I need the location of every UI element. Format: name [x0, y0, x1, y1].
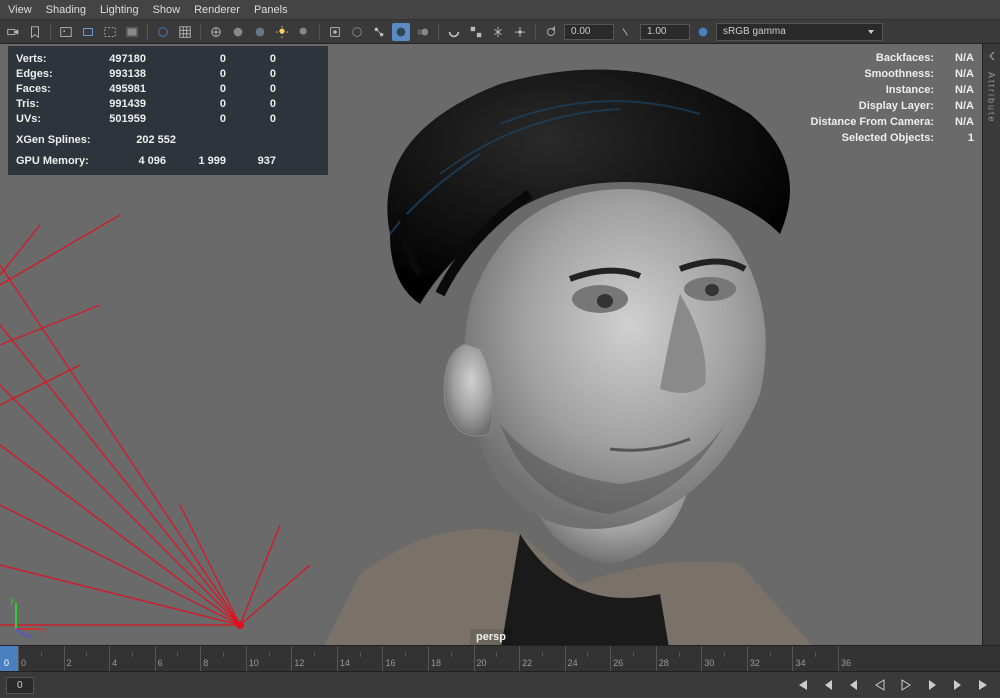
- time-tick: 32: [747, 646, 748, 671]
- pivot-icon[interactable]: [511, 23, 529, 41]
- time-tick: 24: [565, 646, 566, 671]
- exposure-field[interactable]: [564, 24, 614, 40]
- time-tick: 26: [610, 646, 611, 671]
- svg-text:x: x: [42, 625, 47, 635]
- time-tick: 10: [246, 646, 247, 671]
- time-tick: 30: [701, 646, 702, 671]
- exposure-reset-icon[interactable]: [542, 23, 560, 41]
- hud-poly-stats: Verts:49718000 Edges:99313800 Faces:4959…: [8, 46, 328, 175]
- time-tick: 22: [519, 646, 520, 671]
- time-tick: 4: [109, 646, 110, 671]
- current-frame-marker[interactable]: 0: [0, 646, 18, 671]
- time-tick: 18: [428, 646, 429, 671]
- image-plane-icon[interactable]: [57, 23, 75, 41]
- component-icon[interactable]: [467, 23, 485, 41]
- step-forward-key-icon[interactable]: [948, 676, 968, 694]
- menu-view[interactable]: View: [8, 4, 32, 16]
- shading-textured-icon[interactable]: [251, 23, 269, 41]
- panel-menubar: View Shading Lighting Show Renderer Pane…: [0, 0, 1000, 20]
- isolate-select-icon[interactable]: [326, 23, 344, 41]
- axis-gizmo: y x z: [6, 595, 50, 639]
- grid-icon[interactable]: [176, 23, 194, 41]
- wireframe-selected-icon[interactable]: [154, 23, 172, 41]
- camera-label: persp: [470, 629, 512, 645]
- timeline: 0 024681012141618202224262830323436 0: [0, 645, 1000, 697]
- motion-blur-icon[interactable]: [414, 23, 432, 41]
- time-tick: 34: [792, 646, 793, 671]
- time-tick: 12: [291, 646, 292, 671]
- time-tick: 36: [838, 646, 839, 671]
- go-to-start-icon[interactable]: [792, 676, 812, 694]
- sidetab-label: Attribute: [987, 72, 997, 124]
- colorspace-dropdown[interactable]: sRGB gamma: [716, 23, 883, 41]
- hud-object-info: Backfaces:N/A Smoothness:N/A Instance:N/…: [774, 50, 974, 146]
- bookmark-icon[interactable]: [26, 23, 44, 41]
- time-tick: 28: [656, 646, 657, 671]
- play-back-icon[interactable]: [870, 676, 890, 694]
- menu-panels[interactable]: Panels: [254, 4, 288, 16]
- resolution-gate-icon[interactable]: [101, 23, 119, 41]
- snap-icon[interactable]: [445, 23, 463, 41]
- panel-toolbar: sRGB gamma: [0, 20, 1000, 44]
- collapse-icon: [986, 50, 998, 62]
- time-tick: 20: [474, 646, 475, 671]
- play-forward-icon[interactable]: [896, 676, 916, 694]
- gamma-field[interactable]: [640, 24, 690, 40]
- shading-wireframe-icon[interactable]: [207, 23, 225, 41]
- time-tick: 8: [200, 646, 201, 671]
- gate-mask-icon[interactable]: [123, 23, 141, 41]
- menu-shading[interactable]: Shading: [46, 4, 86, 16]
- svg-text:z: z: [28, 631, 33, 639]
- xray-icon[interactable]: [348, 23, 366, 41]
- range-start-field[interactable]: 0: [6, 677, 34, 694]
- time-tick: 6: [155, 646, 156, 671]
- select-camera-icon[interactable]: [4, 23, 22, 41]
- chevron-down-icon: [866, 27, 876, 37]
- viewport[interactable]: Verts:49718000 Edges:99313800 Faces:4959…: [0, 44, 982, 645]
- step-back-key-icon[interactable]: [818, 676, 838, 694]
- xray-joints-icon[interactable]: [370, 23, 388, 41]
- colorspace-swatch-icon[interactable]: [694, 23, 712, 41]
- colorspace-value: sRGB gamma: [723, 26, 786, 37]
- film-gate-icon[interactable]: [79, 23, 97, 41]
- step-forward-icon[interactable]: [922, 676, 942, 694]
- shading-smooth-icon[interactable]: [229, 23, 247, 41]
- menu-lighting[interactable]: Lighting: [100, 4, 139, 16]
- step-back-icon[interactable]: [844, 676, 864, 694]
- screen-space-ao-icon[interactable]: [392, 23, 410, 41]
- go-to-end-icon[interactable]: [974, 676, 994, 694]
- time-tick: 0: [18, 646, 19, 671]
- use-all-lights-icon[interactable]: [273, 23, 291, 41]
- svg-text:y: y: [10, 595, 15, 605]
- menu-show[interactable]: Show: [153, 4, 181, 16]
- right-collapsed-panel[interactable]: Attribute: [982, 44, 1000, 645]
- time-tick: 2: [64, 646, 65, 671]
- time-tick: 16: [382, 646, 383, 671]
- menu-renderer[interactable]: Renderer: [194, 4, 240, 16]
- symmetry-icon[interactable]: [489, 23, 507, 41]
- shadows-icon[interactable]: [295, 23, 313, 41]
- time-tick: 14: [337, 646, 338, 671]
- time-ruler[interactable]: 0 024681012141618202224262830323436: [0, 646, 1000, 672]
- gamma-icon[interactable]: [618, 23, 636, 41]
